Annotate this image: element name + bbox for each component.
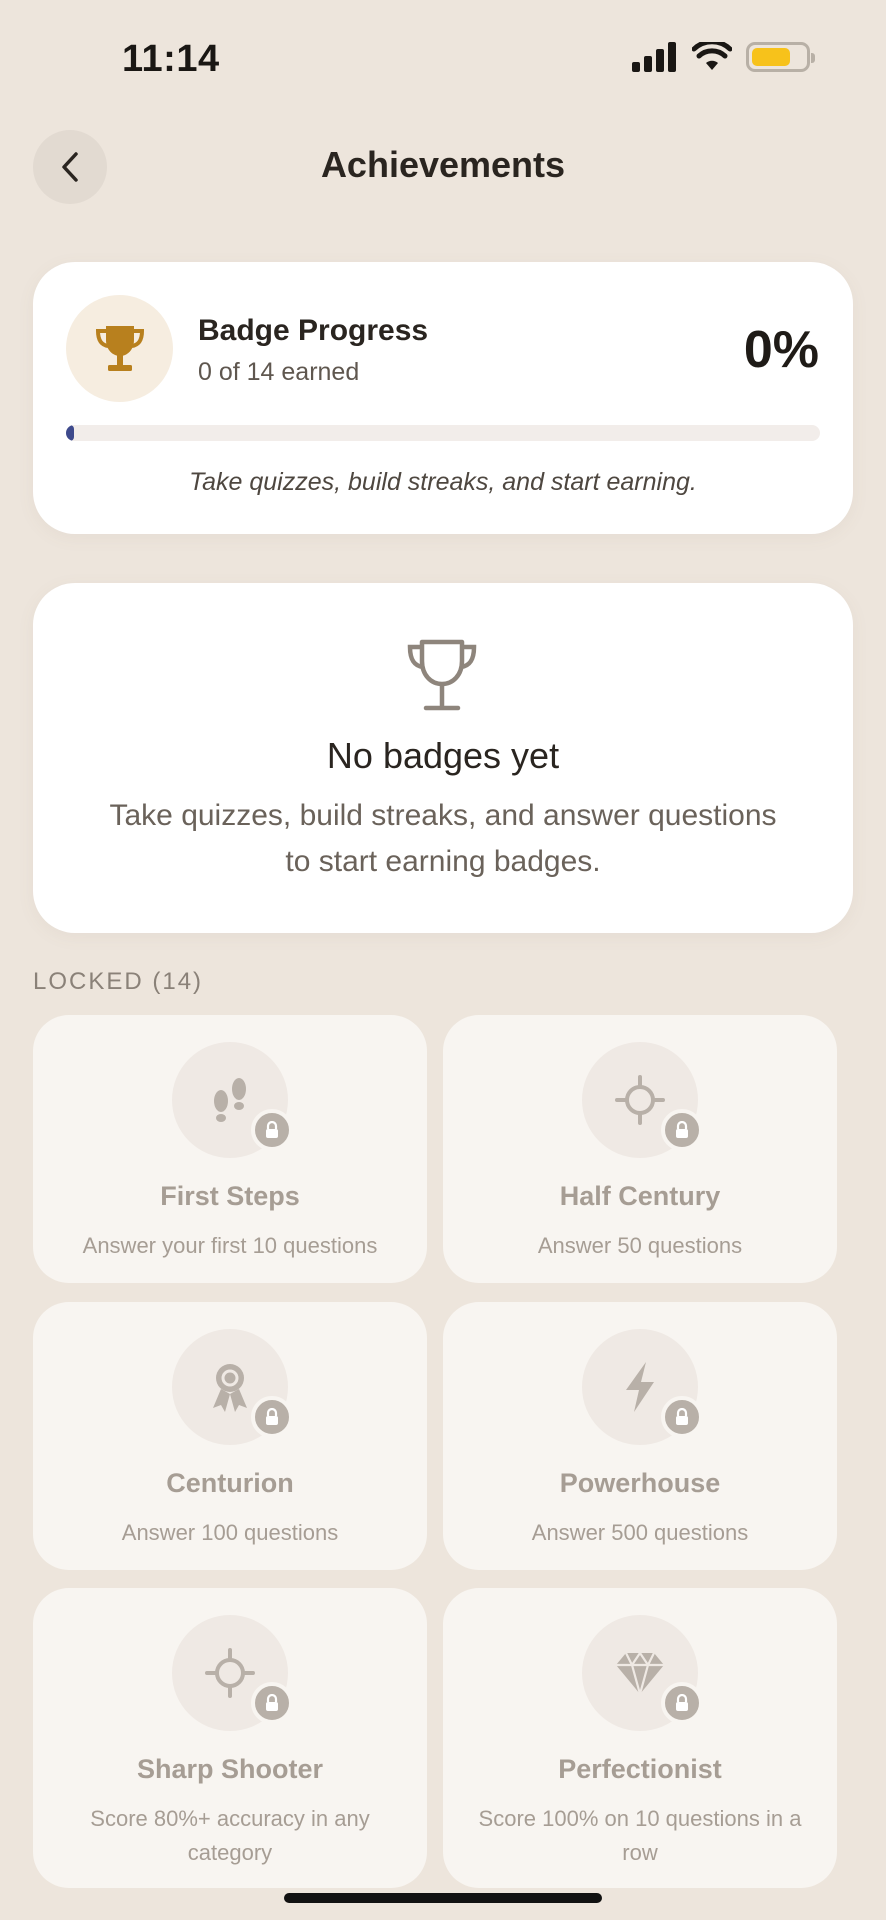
trophy-icon [95,325,144,371]
badge-card-perfectionist[interactable]: Perfectionist Score 100% on 10 questions… [443,1588,837,1888]
progress-title: Badge Progress [198,314,429,347]
empty-state-description: Take quizzes, build streaks, and answer … [109,799,777,878]
trophy-outline-icon [407,639,477,711]
badge-card-sharp-shooter[interactable]: Sharp Shooter Score 80%+ accuracy in any… [33,1588,427,1888]
badge-description: Answer 100 questions [121,1520,339,1545]
diamond-icon [616,1651,664,1696]
progress-subtitle: 0 of 14 earned [198,358,360,386]
footprints-icon [214,1078,246,1122]
wifi-icon [692,42,732,70]
badge-name: Half Century [559,1181,721,1211]
badge-description: Answer 50 questions [537,1233,743,1258]
lock-icon [251,1396,293,1438]
badge-description: Answer your first 10 questions [82,1233,378,1258]
status-time: 11:14 [122,38,220,80]
badge-card-first-steps[interactable]: First Steps Answer your first 10 questio… [33,1015,427,1283]
lock-icon [661,1396,703,1438]
crosshair-icon [205,1648,255,1698]
badge-progress-card: Badge Progress 0 of 14 earned 0% Take qu… [33,262,853,534]
badge-description: Score 80%+ accuracy in any category [90,1806,370,1865]
empty-state-title: No badges yet [326,735,560,776]
lock-icon [251,1682,293,1724]
badge-card-half-century[interactable]: Half Century Answer 50 questions [443,1015,837,1283]
lock-icon [661,1109,703,1151]
locked-section-label: LOCKED (14) [33,968,204,995]
progress-percent: 0% [743,321,819,379]
status-icons [632,42,815,72]
progress-bar [66,425,820,441]
badge-card-powerhouse[interactable]: Powerhouse Answer 500 questions [443,1302,837,1570]
page-title: Achievements [320,144,566,185]
trophy-badge [66,295,173,402]
status-bar: 11:14 [0,0,886,110]
badge-card-centurion[interactable]: Centurion Answer 100 questions [33,1302,427,1570]
progress-bar-fill [66,425,74,441]
badge-name: Powerhouse [559,1468,721,1498]
crosshair-icon [615,1075,665,1125]
home-indicator [284,1893,602,1903]
badge-description: Answer 500 questions [531,1520,749,1545]
cellular-signal-icon [632,42,676,72]
lock-icon [251,1109,293,1151]
award-ribbon-icon [213,1364,247,1412]
progress-hint: Take quizzes, build streaks, and start e… [189,468,697,496]
battery-icon [746,42,815,72]
badge-name: Sharp Shooter [136,1754,324,1784]
badge-name: First Steps [160,1181,300,1211]
lock-icon [661,1682,703,1724]
badge-description: Score 100% on 10 questions in a row [478,1806,802,1865]
badge-name: Centurion [166,1468,294,1498]
badge-name: Perfectionist [558,1754,722,1784]
empty-state-card: No badges yet Take quizzes, build streak… [33,583,853,933]
lightning-bolt-icon [626,1362,654,1412]
